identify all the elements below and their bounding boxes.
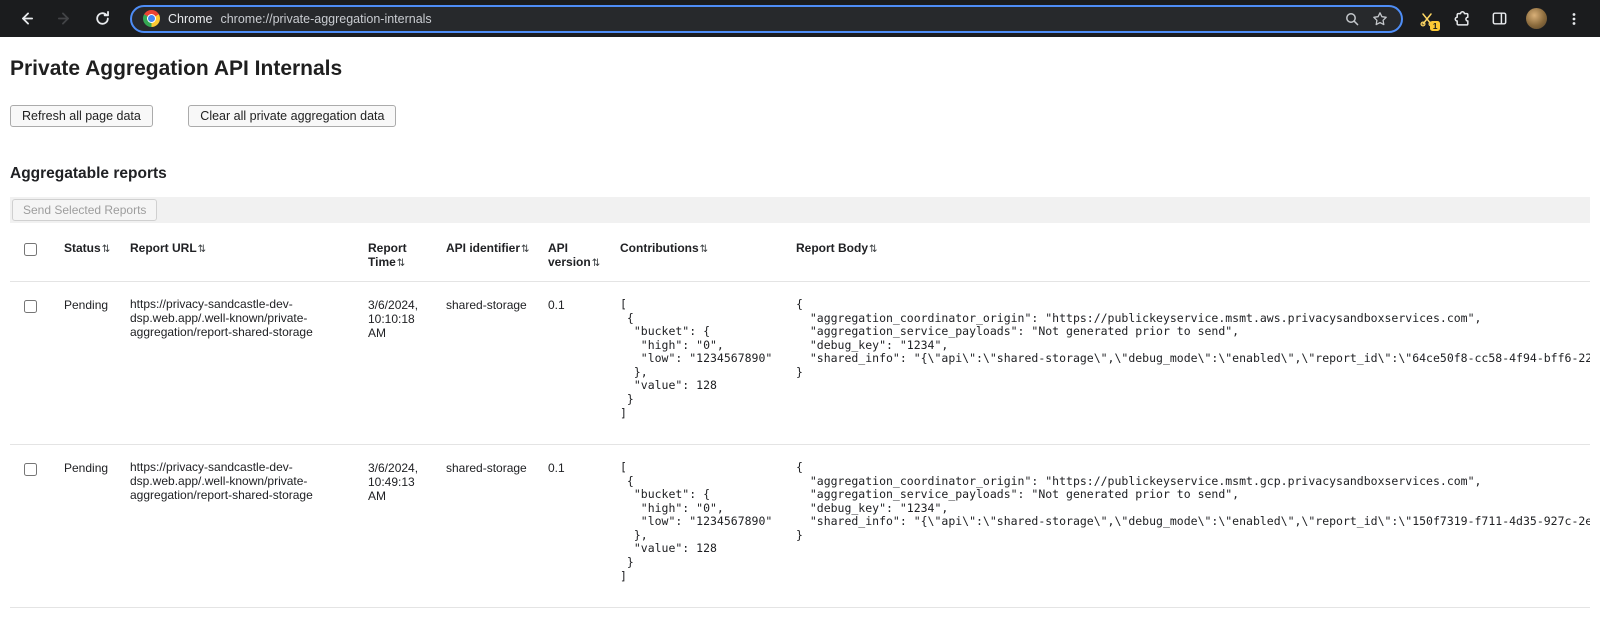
header-label: Report URL — [130, 241, 197, 255]
section-title: Aggregatable reports — [10, 165, 1590, 183]
contributions-cell: [ { "bucket": { "high": "0", "low": "123… — [612, 282, 788, 445]
sort-icon: ⇅ — [592, 258, 600, 269]
extension-badge: 1 — [1430, 21, 1440, 31]
report-url-cell: https://privacy-sandcastle-dev-dsp.web.a… — [122, 445, 360, 608]
header-report-url[interactable]: Report URL⇅ — [122, 231, 360, 282]
report-time-cell: 3/6/2024, 10:49:13 AM — [360, 445, 438, 608]
side-panel-icon[interactable] — [1489, 9, 1509, 29]
header-api-identifier[interactable]: API identifier⇅ — [438, 231, 540, 282]
row-checkbox[interactable] — [24, 463, 37, 476]
api-identifier-cell: shared-storage — [438, 282, 540, 445]
row-checkbox-cell — [10, 282, 56, 445]
api-version-cell: 0.1 — [540, 282, 612, 445]
header-label: API version — [548, 241, 591, 269]
profile-avatar[interactable] — [1526, 8, 1547, 29]
back-icon[interactable] — [16, 9, 36, 29]
forward-icon[interactable] — [54, 9, 74, 29]
select-all-header-cell — [10, 231, 56, 282]
nav-buttons — [16, 9, 112, 29]
header-contributions[interactable]: Contributions⇅ — [612, 231, 788, 282]
table-row: Pending https://privacy-sandcastle-dev-d… — [10, 282, 1590, 445]
api-identifier-cell: shared-storage — [438, 445, 540, 608]
bookmark-star-icon[interactable] — [1370, 9, 1390, 29]
api-version-cell: 0.1 — [540, 445, 612, 608]
sort-icon: ⇅ — [521, 244, 529, 255]
header-label: Status — [64, 241, 101, 255]
refresh-icon[interactable] — [92, 9, 112, 29]
pinned-extension-icon[interactable]: 1 — [1419, 11, 1435, 27]
table-row: Pending https://privacy-sandcastle-dev-d… — [10, 445, 1590, 608]
sort-icon: ⇅ — [102, 244, 110, 255]
header-label: Contributions — [620, 241, 699, 255]
header-api-version[interactable]: API version⇅ — [540, 231, 612, 282]
status-cell: Pending — [56, 282, 122, 445]
status-cell: Pending — [56, 445, 122, 608]
row-checkbox-cell — [10, 445, 56, 608]
refresh-all-page-data-button[interactable]: Refresh all page data — [10, 105, 153, 127]
toolbar-right-icons: 1 — [1419, 8, 1584, 29]
page-content: Private Aggregation API Internals Refres… — [0, 57, 1600, 608]
page-actions: Refresh all page data Clear all private … — [10, 105, 1590, 127]
omnibox-url[interactable]: chrome://private-aggregation-internals — [220, 12, 431, 26]
report-body-cell: { "aggregation_coordinator_origin": "htt… — [788, 445, 1590, 608]
select-all-checkbox[interactable] — [24, 243, 37, 256]
report-url-cell: https://privacy-sandcastle-dev-dsp.web.a… — [122, 282, 360, 445]
report-body-json: { "aggregation_coordinator_origin": "htt… — [796, 298, 1582, 379]
row-checkbox[interactable] — [24, 300, 37, 313]
page-title: Private Aggregation API Internals — [10, 57, 1590, 81]
header-label: API identifier — [446, 241, 520, 255]
browser-toolbar: Chrome chrome://private-aggregation-inte… — [0, 0, 1600, 37]
sort-icon: ⇅ — [869, 244, 877, 255]
extensions-puzzle-icon[interactable] — [1452, 9, 1472, 29]
omnibox[interactable]: Chrome chrome://private-aggregation-inte… — [130, 5, 1403, 33]
contributions-cell: [ { "bucket": { "high": "0", "low": "123… — [612, 445, 788, 608]
contributions-json: [ { "bucket": { "high": "0", "low": "123… — [620, 461, 780, 583]
header-report-body[interactable]: Report Body⇅ — [788, 231, 1590, 282]
omnibox-site-label: Chrome — [168, 12, 212, 26]
sort-icon: ⇅ — [397, 258, 405, 269]
chrome-logo-icon — [143, 10, 160, 27]
report-body-json: { "aggregation_coordinator_origin": "htt… — [796, 461, 1582, 542]
search-icon[interactable] — [1342, 9, 1362, 29]
clear-all-private-aggregation-data-button[interactable]: Clear all private aggregation data — [188, 105, 396, 127]
header-status[interactable]: Status⇅ — [56, 231, 122, 282]
aggregatable-reports-table: Status⇅ Report URL⇅ Report Time⇅ API ide… — [10, 231, 1590, 608]
header-label: Report Body — [796, 241, 868, 255]
report-body-cell: { "aggregation_coordinator_origin": "htt… — [788, 282, 1590, 445]
contributions-json: [ { "bucket": { "high": "0", "low": "123… — [620, 298, 780, 420]
sort-icon: ⇅ — [198, 244, 206, 255]
header-report-time[interactable]: Report Time⇅ — [360, 231, 438, 282]
menu-kebab-icon[interactable] — [1564, 9, 1584, 29]
sort-icon: ⇅ — [700, 244, 708, 255]
report-time-cell: 3/6/2024, 10:10:18 AM — [360, 282, 438, 445]
send-selected-reports-button[interactable]: Send Selected Reports — [12, 199, 157, 221]
table-header-row: Status⇅ Report URL⇅ Report Time⇅ API ide… — [10, 231, 1590, 282]
send-reports-toolbar: Send Selected Reports — [10, 197, 1590, 223]
